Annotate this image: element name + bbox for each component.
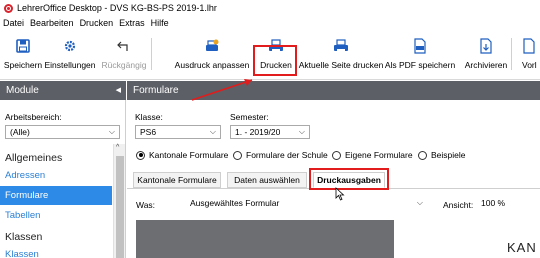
customize-printout-label: Ausdruck anpassen: [174, 60, 250, 70]
sidebar-item-tabellen[interactable]: Tabellen: [0, 206, 112, 225]
modules-header-title: Module: [6, 85, 39, 96]
undo-arrow-icon: [117, 36, 131, 56]
print-button-highlight: [253, 45, 297, 76]
print-preview-area: [136, 220, 394, 258]
radio-cantonal-forms[interactable]: Kantonale Formulare: [136, 150, 228, 160]
sidebar: Arbeitsbereich: (Alle) ⌵ Allgemeines Adr…: [0, 100, 126, 258]
radio-own-forms-label: Eigene Formulare: [345, 150, 413, 160]
preview-icon: [522, 36, 536, 56]
radio-dot: [418, 150, 427, 160]
sidebar-scrollbar[interactable]: ^: [113, 144, 125, 258]
app-logo-icon: [4, 3, 13, 13]
modules-header: Module ◀: [0, 81, 126, 100]
scrollbar-thumb[interactable]: [116, 156, 124, 258]
save-as-pdf-label: Als PDF speichern: [384, 60, 456, 70]
group-general: Allgemeines: [5, 152, 63, 164]
area-select[interactable]: (Alle) ⌵: [5, 125, 120, 139]
pdf-icon: [413, 36, 427, 56]
tab-cantonal-forms[interactable]: Kantonale Formulare: [133, 172, 221, 188]
radio-dot: [233, 150, 242, 160]
print-current-page-label: Aktuelle Seite drucken: [298, 60, 384, 70]
zoom-select[interactable]: 100 %: [476, 196, 540, 210]
chevron-down-icon: ⌵: [209, 127, 216, 136]
toolbar-separator: [151, 38, 152, 70]
zoom-select-value: 100 %: [481, 198, 506, 208]
radio-school-forms-label: Formulare der Schule: [246, 150, 328, 160]
undo-button[interactable]: Rückgängig: [101, 36, 147, 74]
save-as-pdf-button[interactable]: Als PDF speichern: [384, 36, 456, 74]
print-settings-icon: [204, 36, 220, 56]
view-label: Ansicht:: [443, 200, 474, 210]
area-label: Arbeitsbereich:: [5, 112, 62, 122]
group-classes: Klassen: [5, 231, 43, 243]
archive-label: Archivieren: [464, 60, 508, 70]
archive-icon: [479, 36, 493, 56]
menu-extras[interactable]: Extras: [119, 18, 145, 28]
chevron-down-icon: ⌵: [298, 127, 305, 136]
chevron-down-icon: ⌵: [416, 198, 423, 207]
printer-page-icon: [333, 36, 349, 56]
customize-printout-button[interactable]: Ausdruck anpassen: [174, 36, 250, 74]
forms-header-title: Formulare: [133, 85, 179, 96]
area-select-value: (Alle): [10, 127, 30, 137]
what-select-value: Ausgewähltes Formular: [190, 198, 280, 208]
what-label: Was:: [136, 200, 156, 210]
radio-school-forms[interactable]: Formulare der Schule: [233, 150, 328, 160]
forms-header: Formulare: [127, 81, 540, 100]
save-icon: [16, 36, 30, 56]
preview-label: Vorl: [522, 60, 537, 70]
gear-icon: [63, 36, 77, 56]
radio-dot: [136, 150, 145, 160]
chevron-down-icon: ⌵: [108, 127, 115, 136]
radio-cantonal-forms-label: Kantonale Formulare: [149, 150, 229, 160]
class-select-value: PS6: [140, 127, 157, 137]
tab-select-data[interactable]: Daten auswählen: [227, 172, 307, 188]
radio-examples-label: Beispiele: [431, 150, 466, 160]
save-label: Speichern: [3, 60, 43, 70]
class-select[interactable]: PS6 ⌵: [135, 125, 221, 139]
preview-page-text: KAN: [507, 240, 537, 255]
sidebar-item-klassen[interactable]: Klassen: [0, 245, 112, 258]
mouse-cursor-icon: [335, 187, 345, 201]
menu-hilfe[interactable]: Hilfe: [151, 18, 169, 28]
title-bar: LehrerOffice Desktop - DVS KG-BS-PS 2019…: [0, 0, 540, 16]
scroll-up-icon[interactable]: ^: [116, 144, 119, 151]
radio-own-forms[interactable]: Eigene Formulare: [332, 150, 413, 160]
preview-page: KAN: [507, 220, 540, 258]
undo-label: Rückgängig: [101, 60, 147, 70]
archive-button[interactable]: Archivieren: [464, 36, 508, 74]
collapse-left-icon[interactable]: ◀: [116, 86, 121, 94]
print-current-page-button[interactable]: Aktuelle Seite drucken: [298, 36, 384, 74]
save-button[interactable]: Speichern: [4, 36, 42, 74]
sidebar-item-formulare[interactable]: Formulare: [0, 186, 112, 205]
menu-bar: Datei Bearbeiten Drucken Extras Hilfe: [0, 16, 540, 30]
print-outputs-tab-highlight: [309, 168, 389, 190]
what-select[interactable]: Ausgewähltes Formular ⌵: [185, 196, 428, 210]
sidebar-item-adressen[interactable]: Adressen: [0, 166, 112, 185]
class-label: Klasse:: [135, 112, 163, 122]
radio-examples[interactable]: Beispiele: [418, 150, 466, 160]
menu-drucken[interactable]: Drucken: [80, 18, 114, 28]
settings-label: Einstellungen: [44, 60, 96, 70]
preview-button[interactable]: Vorl: [522, 36, 540, 74]
semester-select[interactable]: 1. - 2019/20 ⌵: [230, 125, 310, 139]
radio-dot: [332, 150, 341, 160]
menu-bearbeiten[interactable]: Bearbeiten: [30, 18, 74, 28]
window-title: LehrerOffice Desktop - DVS KG-BS-PS 2019…: [17, 3, 217, 13]
semester-label: Semester:: [230, 112, 269, 122]
toolbar-separator: [511, 38, 512, 70]
menu-datei[interactable]: Datei: [3, 18, 24, 28]
settings-button[interactable]: Einstellungen: [44, 36, 96, 74]
semester-select-value: 1. - 2019/20: [235, 127, 281, 137]
